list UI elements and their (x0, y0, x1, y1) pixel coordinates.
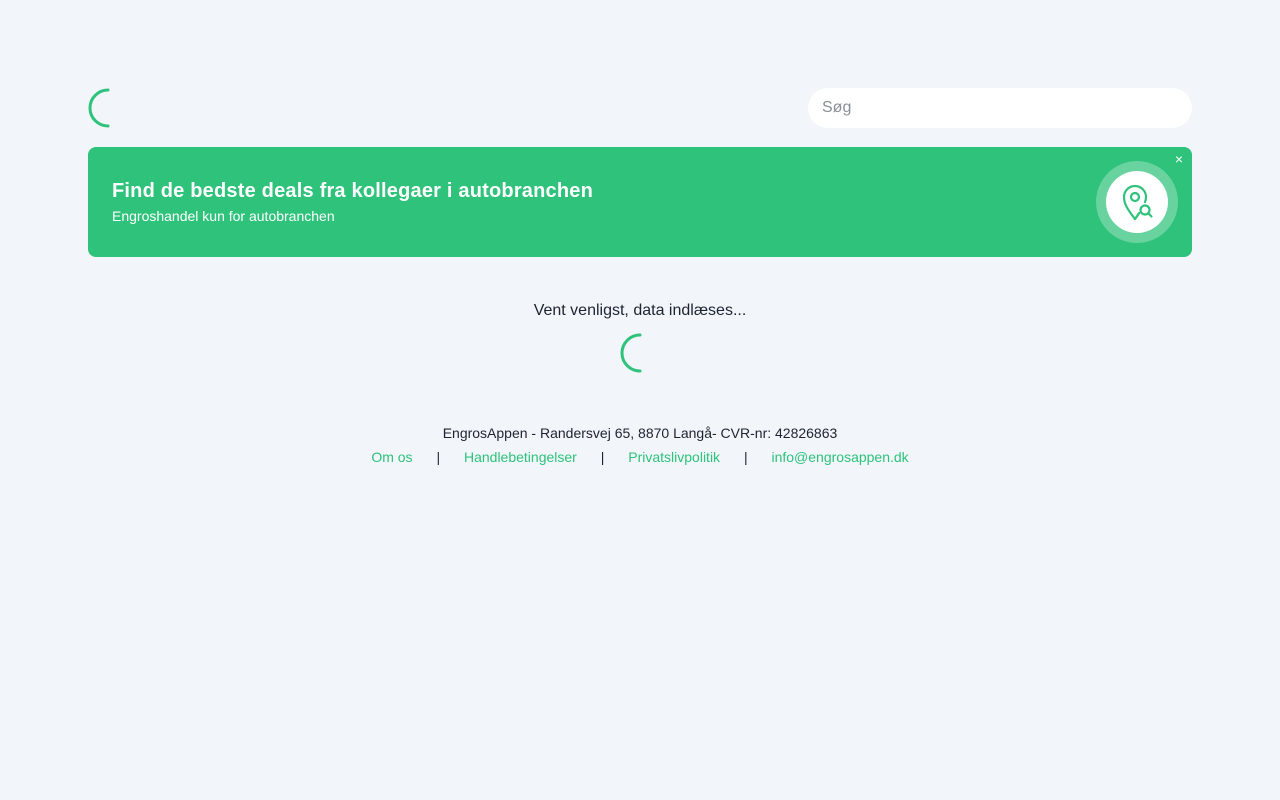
promo-banner: Find de bedste deals fra kollegaer i aut… (88, 147, 1192, 257)
footer-link-terms[interactable]: Handlebetingelser (464, 449, 577, 465)
close-icon[interactable]: × (1172, 152, 1186, 166)
banner-subtitle: Engroshandel kun for autobranchen (112, 208, 335, 224)
logo-loading-spinner-icon (88, 88, 128, 128)
search-input[interactable] (808, 88, 1192, 128)
banner-badge (1096, 161, 1178, 243)
footer-address: EngrosAppen - Randersvej 65, 8870 Langå-… (442, 425, 838, 441)
loading-spinner-icon (620, 333, 660, 373)
location-search-icon (1122, 184, 1153, 221)
footer-separator: | (436, 449, 441, 465)
footer-separator: | (743, 449, 748, 465)
footer-link-about[interactable]: Om os (371, 449, 412, 465)
banner-title: Find de bedste deals fra kollegaer i aut… (112, 180, 594, 202)
footer-links: Om os | Handlebetingelser | Privatslivpo… (0, 449, 1280, 465)
top-bar (88, 88, 1192, 128)
footer-link-privacy[interactable]: Privatslivpolitik (628, 449, 720, 465)
banner-badge-circle (1106, 171, 1168, 233)
loading-message: Vent venligst, data indlæses... (533, 302, 747, 319)
footer-separator: | (600, 449, 605, 465)
page: Find de bedste deals fra kollegaer i aut… (0, 0, 1280, 800)
footer-link-email[interactable]: info@engrosappen.dk (771, 449, 908, 465)
